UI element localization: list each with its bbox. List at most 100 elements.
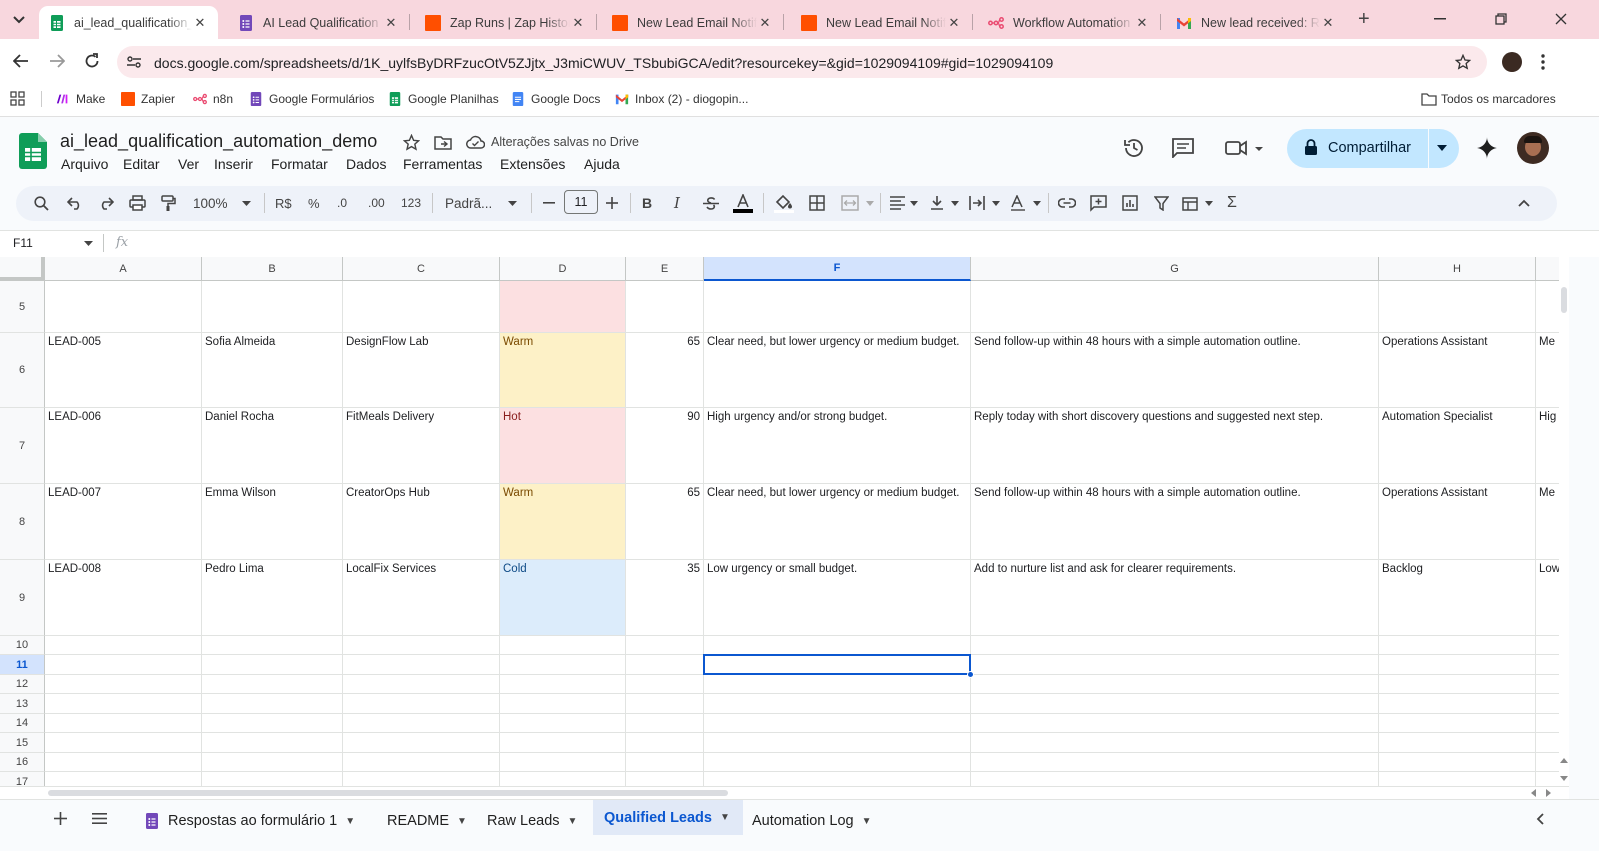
- cell[interactable]: [343, 694, 500, 714]
- cell[interactable]: [500, 753, 626, 772]
- collapse-toolbar-icon[interactable]: [1518, 194, 1530, 212]
- cell[interactable]: [971, 675, 1379, 694]
- active-cell-selection[interactable]: [703, 654, 971, 675]
- column-header[interactable]: C: [343, 257, 500, 281]
- status-cell[interactable]: Hot: [500, 408, 626, 484]
- cell[interactable]: [626, 281, 704, 333]
- row-header[interactable]: 9: [0, 560, 45, 636]
- decrease-font-size-button[interactable]: [543, 194, 555, 212]
- cell[interactable]: [343, 675, 500, 694]
- browser-tab[interactable]: ai_lead_qualification_automation_demo ✕: [39, 6, 218, 39]
- menu-inserir[interactable]: Inserir: [214, 156, 253, 172]
- cell[interactable]: [202, 714, 343, 733]
- cell[interactable]: FitMeals Delivery: [343, 408, 500, 484]
- status-cell[interactable]: [500, 281, 626, 333]
- bookmark-item[interactable]: Google Formulários: [249, 91, 374, 107]
- cell[interactable]: Add to nurture list and ask for clearer …: [971, 560, 1379, 636]
- cell[interactable]: [626, 636, 704, 655]
- cell[interactable]: [202, 281, 343, 333]
- status-cell[interactable]: Cold: [500, 560, 626, 636]
- cell[interactable]: [45, 655, 202, 675]
- more-formats-button[interactable]: 123: [401, 194, 421, 212]
- row-header[interactable]: 14: [0, 714, 45, 733]
- version-history-icon[interactable]: [1123, 137, 1145, 159]
- cell[interactable]: [626, 655, 704, 675]
- all-sheets-menu-icon[interactable]: [92, 813, 107, 824]
- cell[interactable]: [343, 281, 500, 333]
- scroll-right-arrow-icon[interactable]: [1546, 789, 1551, 797]
- redo-icon[interactable]: [98, 194, 114, 212]
- tab-search-chevron-icon[interactable]: [8, 9, 30, 31]
- strikethrough-button[interactable]: [703, 194, 719, 212]
- fill-handle[interactable]: [967, 671, 974, 678]
- horizontal-scroll-thumb[interactable]: [48, 790, 728, 796]
- cell[interactable]: [1379, 675, 1536, 694]
- sheets-logo-icon[interactable]: [19, 133, 47, 169]
- cell[interactable]: [500, 733, 626, 753]
- merge-cells-button[interactable]: [841, 194, 875, 212]
- text-color-button[interactable]: [733, 193, 753, 213]
- cell[interactable]: [45, 733, 202, 753]
- cell[interactable]: 65: [626, 484, 704, 560]
- bookmark-item[interactable]: Google Planilhas: [388, 91, 499, 107]
- user-avatar[interactable]: [1517, 132, 1549, 164]
- menu-extensoes[interactable]: Extensões: [500, 156, 565, 172]
- move-folder-icon[interactable]: [434, 135, 452, 150]
- row-header[interactable]: 5: [0, 281, 45, 333]
- cell[interactable]: 35: [626, 560, 704, 636]
- cell[interactable]: [626, 733, 704, 753]
- cell[interactable]: [626, 753, 704, 772]
- bold-button[interactable]: B: [642, 194, 652, 212]
- profile-avatar[interactable]: [1502, 52, 1522, 72]
- cell[interactable]: [1536, 655, 1559, 675]
- sheet-tab[interactable]: Qualified Leads ▼: [593, 800, 743, 835]
- sheet-tab-dropdown-icon[interactable]: ▼: [862, 816, 872, 827]
- name-box[interactable]: F11: [13, 236, 33, 250]
- cell[interactable]: LEAD-008: [45, 560, 202, 636]
- sheet-tab[interactable]: Respostas ao formulário 1 ▼: [136, 808, 374, 834]
- bookmark-item[interactable]: n8n: [193, 91, 233, 107]
- cell[interactable]: [45, 694, 202, 714]
- cell[interactable]: [202, 675, 343, 694]
- insert-comment-button[interactable]: [1090, 194, 1107, 212]
- fill-color-button[interactable]: [774, 194, 794, 213]
- vertical-align-button[interactable]: [930, 194, 960, 212]
- cell[interactable]: Send follow-up within 48 hours with a si…: [971, 333, 1379, 408]
- browser-tab[interactable]: New Lead Email Notification ✕: [602, 6, 784, 39]
- column-header[interactable]: H: [1379, 257, 1536, 281]
- functions-button[interactable]: Σ: [1227, 194, 1237, 212]
- cloud-saved-icon[interactable]: [466, 135, 485, 149]
- percent-format-button[interactable]: %: [308, 194, 320, 212]
- cell[interactable]: [202, 655, 343, 675]
- bookmark-item[interactable]: Google Docs: [511, 91, 600, 107]
- cell[interactable]: [1536, 733, 1559, 753]
- cell[interactable]: Operations Assistant: [1379, 484, 1536, 560]
- cell[interactable]: [343, 636, 500, 655]
- row-header[interactable]: 7: [0, 408, 45, 484]
- cell[interactable]: [1536, 694, 1559, 714]
- cell[interactable]: Sofia Almeida: [202, 333, 343, 408]
- column-header[interactable]: B: [202, 257, 343, 281]
- menu-formatar[interactable]: Formatar: [271, 156, 328, 172]
- cell[interactable]: [1379, 636, 1536, 655]
- cell[interactable]: [626, 675, 704, 694]
- zoom-select[interactable]: 100%: [193, 194, 251, 212]
- cell[interactable]: [45, 281, 202, 333]
- cell[interactable]: Reply today with short discovery questio…: [971, 408, 1379, 484]
- close-window-button[interactable]: [1551, 9, 1571, 29]
- cell[interactable]: [1379, 714, 1536, 733]
- cell[interactable]: [971, 714, 1379, 733]
- sheet-tab[interactable]: Automation Log ▼: [745, 808, 887, 834]
- cell[interactable]: [343, 733, 500, 753]
- reload-button[interactable]: [81, 50, 103, 72]
- italic-button[interactable]: I: [674, 194, 680, 212]
- menu-dados[interactable]: Dados: [346, 156, 386, 172]
- cell[interactable]: Emma Wilson: [202, 484, 343, 560]
- cell[interactable]: [704, 753, 971, 772]
- cell[interactable]: [1536, 675, 1559, 694]
- cell[interactable]: Daniel Rocha: [202, 408, 343, 484]
- currency-format-button[interactable]: R$: [275, 194, 292, 212]
- cell[interactable]: [45, 753, 202, 772]
- cell[interactable]: Me: [1536, 484, 1559, 560]
- cell[interactable]: Send follow-up within 48 hours with a si…: [971, 484, 1379, 560]
